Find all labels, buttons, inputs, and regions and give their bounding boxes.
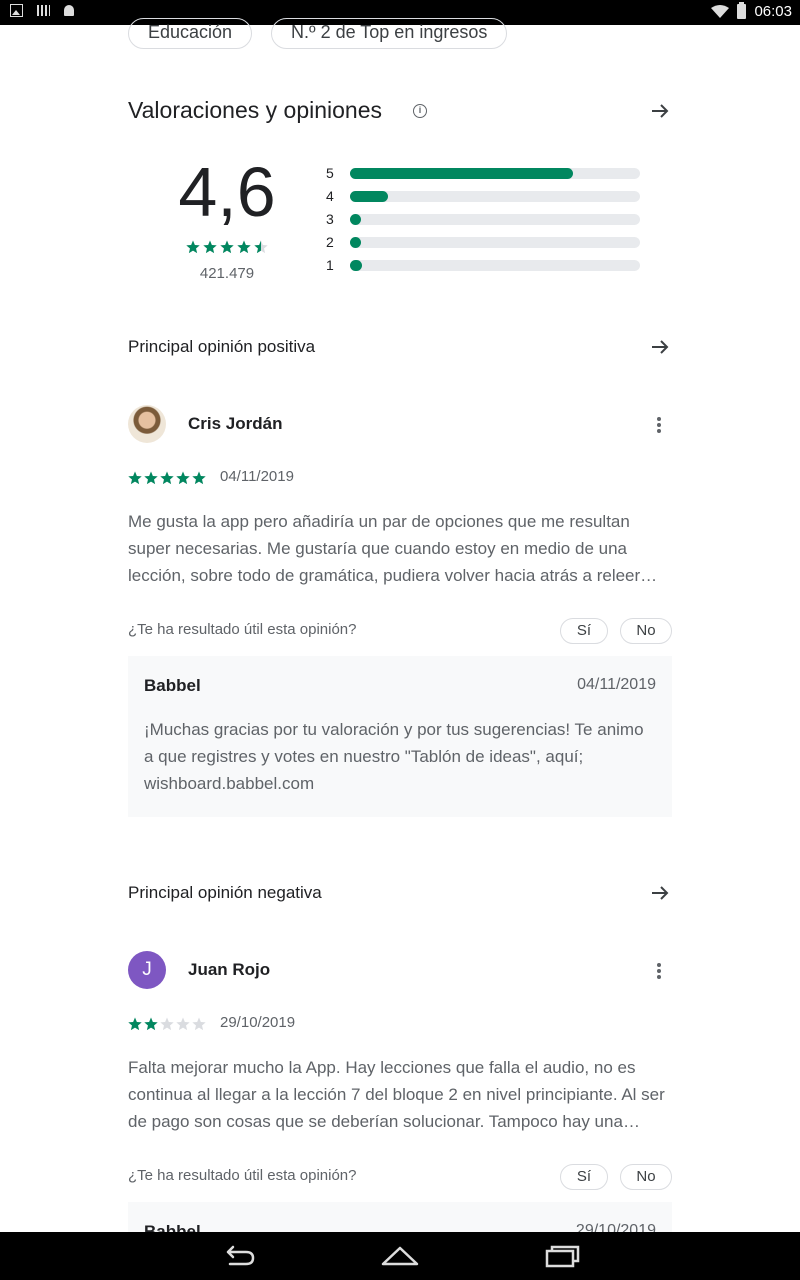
avatar [128, 405, 166, 443]
rating-bar-row: 2 [326, 234, 640, 250]
rating-bar-fill [350, 213, 361, 225]
reply-date: 29/10/2019 [575, 1222, 656, 1232]
star-filled-icon [237, 240, 251, 254]
rating-bar-fill [350, 259, 362, 271]
barcode-notification-icon [37, 5, 50, 16]
reviewer-name: Cris Jordán [188, 414, 283, 433]
reply-date: 04/11/2019 [577, 676, 656, 693]
ratings-title: Valoraciones y opiniones [128, 97, 383, 123]
star-filled-icon [144, 471, 158, 485]
average-rating: 4,6 [178, 153, 276, 231]
star-filled-icon [128, 471, 142, 485]
more-vert-icon[interactable] [656, 963, 662, 981]
rating-bar-row: 4 [326, 188, 640, 204]
rating-bar-label: 5 [326, 165, 334, 181]
star-empty-icon [192, 1017, 206, 1031]
bell-notification-icon [64, 5, 74, 16]
avatar: J [128, 951, 166, 989]
average-stars [186, 240, 268, 254]
rating-bar-label: 3 [326, 211, 334, 227]
rating-bar-row: 3 [326, 211, 640, 227]
review-date: 04/11/2019 [220, 468, 294, 485]
status-time: 06:03 [754, 3, 792, 20]
back-icon[interactable] [218, 1242, 258, 1270]
helpful-yes-button[interactable]: Sí [560, 618, 608, 644]
negative-section-title: Principal opinión negativa [128, 883, 322, 902]
review-text: Me gusta la app pero añadiría un par de … [128, 512, 641, 585]
helpful-no-button[interactable]: No [620, 618, 672, 644]
positive-arrow-right-icon[interactable] [650, 337, 670, 357]
review-text: Falta mejorar mucho la App. Hay leccione… [128, 1058, 665, 1131]
star-filled-icon [203, 240, 217, 254]
negative-arrow-right-icon[interactable] [650, 883, 670, 903]
developer-reply: Babbel 29/10/2019 [128, 1202, 672, 1232]
ranking-chip[interactable]: N.º 2 de Top en ingresos [271, 18, 508, 49]
helpful-no-button[interactable]: No [620, 1164, 672, 1190]
reply-text: ¡Muchas gracias por tu valoración y por … [144, 720, 644, 793]
star-empty-icon [160, 1017, 174, 1031]
image-notification-icon [10, 4, 23, 17]
wifi-icon [711, 4, 730, 18]
developer-name: Babbel [144, 676, 201, 695]
info-icon[interactable]: i [413, 104, 427, 118]
rating-bar-row: 1 [326, 257, 640, 273]
reviewer-name: Juan Rojo [188, 960, 271, 979]
rating-bar-track [350, 259, 640, 271]
rating-bar-track [350, 236, 640, 248]
ratings-arrow-right-icon[interactable] [650, 101, 670, 121]
review-stars [128, 471, 206, 485]
more-vert-icon[interactable] [656, 417, 662, 435]
rating-bar-fill [350, 236, 361, 248]
rating-bar-track [350, 213, 640, 225]
home-icon[interactable] [380, 1242, 420, 1270]
review-stars [128, 1017, 206, 1031]
star-filled-icon [144, 1017, 158, 1031]
star-filled-icon [220, 240, 234, 254]
battery-icon [737, 2, 747, 19]
rating-count: 421.479 [199, 265, 255, 282]
developer-name: Babbel [144, 1222, 201, 1232]
recents-icon[interactable] [543, 1242, 583, 1270]
rating-bar-fill [350, 190, 388, 202]
star-empty-icon [176, 1017, 190, 1031]
rating-bar-track [350, 190, 640, 202]
developer-reply: Babbel 04/11/2019 ¡Muchas gracias por tu… [128, 656, 672, 817]
star-filled-icon [192, 471, 206, 485]
rating-bar-label: 4 [326, 188, 334, 204]
rating-bar-fill [350, 167, 574, 179]
star-filled-icon [160, 471, 174, 485]
rating-bar-track [350, 167, 640, 179]
helpful-question: ¿Te ha resultado útil esta opinión? [128, 1167, 357, 1184]
star-filled-icon [186, 240, 200, 254]
star-filled-icon [128, 1017, 142, 1031]
rating-bar-row: 5 [326, 165, 640, 181]
star-filled-icon [176, 471, 190, 485]
rating-bar-label: 2 [326, 234, 334, 250]
review-date: 29/10/2019 [220, 1014, 296, 1031]
category-chip[interactable]: Educación [128, 18, 253, 49]
rating-bar-label: 1 [326, 257, 334, 273]
helpful-question: ¿Te ha resultado útil esta opinión? [128, 621, 357, 638]
positive-section-title: Principal opinión positiva [128, 337, 316, 356]
navigation-bar [0, 1232, 800, 1280]
helpful-yes-button[interactable]: Sí [560, 1164, 608, 1190]
